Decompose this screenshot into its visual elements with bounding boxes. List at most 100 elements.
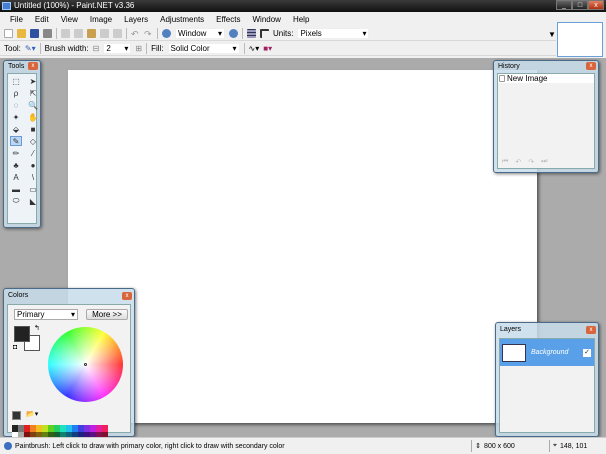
palette-menu-icon[interactable] <box>12 411 21 420</box>
cut-icon[interactable] <box>61 28 70 38</box>
color-wheel-cursor[interactable] <box>84 363 87 366</box>
close-icon[interactable]: x <box>586 62 596 70</box>
zoom-in-icon[interactable] <box>229 28 238 38</box>
rewind-icon[interactable]: ⏮ <box>502 158 508 166</box>
menu-bar: File Edit View Image Layers Adjustments … <box>0 12 556 26</box>
separator <box>242 27 243 39</box>
pencil-tool[interactable]: ✏ <box>10 148 22 158</box>
magic-wand-tool[interactable]: ✦ <box>10 112 22 122</box>
separator <box>243 42 245 54</box>
close-icon[interactable]: x <box>122 292 132 300</box>
reset-colors-icon[interactable]: ◘ <box>13 344 17 351</box>
info-icon <box>4 442 12 450</box>
zoom-tool[interactable]: 🔍 <box>27 100 39 110</box>
history-item[interactable]: New Image <box>498 74 594 83</box>
brush-width-combo[interactable]: 2 ▾ <box>103 42 132 54</box>
rulers-icon[interactable] <box>260 28 269 38</box>
fill-label: Fill: <box>151 43 164 53</box>
paintbrush-tool[interactable]: ✎ <box>10 136 22 146</box>
deselect-icon[interactable] <box>113 28 122 38</box>
minimize-button[interactable]: _ <box>556 0 572 10</box>
open-icon[interactable] <box>17 28 26 38</box>
units-value: Pixels <box>300 28 322 38</box>
menu-effects[interactable]: Effects <box>210 15 246 24</box>
chevron-down-icon: ▾ <box>70 310 75 319</box>
layers-window: Layers x Background ✓ <box>495 322 599 437</box>
clone-stamp-tool[interactable]: ♣ <box>10 160 22 170</box>
zoom-combo[interactable]: Window ▾ <box>175 27 225 39</box>
move-selected-tool[interactable]: ⇱ <box>27 88 39 98</box>
copy-icon[interactable] <box>74 28 83 38</box>
image-thumbnail[interactable] <box>557 22 603 57</box>
menu-view[interactable]: View <box>55 15 84 24</box>
antialiasing-icon[interactable]: ∿▾ <box>249 44 260 53</box>
rectangle-tool[interactable]: ▬ <box>10 184 22 194</box>
undo-icon[interactable]: ↶ <box>131 29 140 39</box>
image-canvas[interactable] <box>68 70 537 423</box>
toolbar-overflow-icon[interactable]: ▼ <box>548 30 556 39</box>
title-bar: Untitled (100%) - Paint.NET v3.36 <box>0 0 606 12</box>
more-button[interactable]: More >> <box>86 309 128 320</box>
paste-icon[interactable] <box>87 28 96 38</box>
menu-file[interactable]: File <box>4 15 29 24</box>
new-icon[interactable] <box>4 28 13 38</box>
app-icon <box>2 2 11 10</box>
palette-swatch[interactable] <box>102 425 108 432</box>
add-palette-icon[interactable]: 📂▾ <box>26 410 38 418</box>
menu-image[interactable]: Image <box>84 15 118 24</box>
grid-icon[interactable] <box>247 28 256 38</box>
color-picker-tool[interactable]: ⁄ <box>27 148 39 158</box>
print-icon[interactable] <box>43 28 52 38</box>
crop-icon[interactable] <box>100 28 109 38</box>
rounded-rectangle-tool[interactable]: ▭ <box>27 184 39 194</box>
text-tool[interactable]: A <box>10 172 22 182</box>
menu-edit[interactable]: Edit <box>29 15 55 24</box>
color-mode-combo[interactable]: Primary ▾ <box>14 309 78 320</box>
ellipse-tool[interactable]: ⬭ <box>10 196 22 206</box>
close-button[interactable]: x <box>588 0 604 10</box>
layer-row[interactable]: Background ✓ <box>500 339 594 366</box>
zoom-out-icon[interactable] <box>162 28 171 38</box>
color-wheel[interactable] <box>48 327 123 402</box>
undo-icon[interactable]: ↶ <box>515 158 521 166</box>
redo-icon[interactable]: ↷ <box>528 158 534 166</box>
recolor-tool[interactable]: ● <box>27 160 39 170</box>
paint-bucket-tool[interactable]: ⬙ <box>10 124 22 134</box>
decrease-width-button[interactable]: ⊟ <box>93 44 100 53</box>
line-curve-tool[interactable]: \ <box>27 172 39 182</box>
menu-layers[interactable]: Layers <box>118 15 154 24</box>
fast-forward-icon[interactable]: ⏭ <box>541 158 547 166</box>
new-image-icon <box>499 75 505 82</box>
gradient-tool[interactable]: ■ <box>27 124 39 134</box>
paintbrush-icon[interactable]: ✎▾ <box>25 44 36 53</box>
layer-thumbnail <box>502 343 526 362</box>
menu-help[interactable]: Help <box>287 15 315 24</box>
redo-icon[interactable]: ↷ <box>144 29 153 39</box>
fill-combo[interactable]: Solid Color ▾ <box>167 42 240 54</box>
lasso-select-tool[interactable]: ρ <box>10 88 22 98</box>
tool-grid: ⬚ ➤ ρ ⇱ ◌ 🔍 ✦ ✋ ⬙ ■ ✎ ◇ ✏ ⁄ ♣ ● A \ ▬ ▭ ⬭ ◣ <box>8 74 39 208</box>
close-icon[interactable]: x <box>28 62 38 70</box>
eraser-tool[interactable]: ◇ <box>27 136 39 146</box>
layer-visibility-checkbox[interactable]: ✓ <box>583 348 591 357</box>
menu-adjustments[interactable]: Adjustments <box>154 15 210 24</box>
colors-window: Colors x Primary ▾ More >> ↰ ◘ 📂▾ <box>3 288 135 439</box>
tool-options-toolbar: Tool: ✎▾ Brush width: ⊟ 2 ▾ ⊞ Fill: Solid… <box>0 41 556 56</box>
move-selection-tool[interactable]: ➤ <box>27 76 39 86</box>
tool-label: Tool: <box>4 43 21 53</box>
swap-colors-icon[interactable]: ↰ <box>34 324 40 332</box>
menu-window[interactable]: Window <box>246 15 286 24</box>
close-icon[interactable]: x <box>586 326 596 334</box>
maximize-button[interactable]: □ <box>572 0 588 10</box>
pan-tool[interactable]: ✋ <box>27 112 39 122</box>
ellipse-select-tool[interactable]: ◌ <box>10 100 22 110</box>
primary-color-swatch[interactable] <box>14 326 30 342</box>
units-label: Units: <box>273 28 294 38</box>
layer-name: Background <box>531 349 569 356</box>
save-icon[interactable] <box>30 28 39 38</box>
units-combo[interactable]: Pixels ▾ <box>297 27 370 39</box>
freeform-shape-tool[interactable]: ◣ <box>27 196 39 206</box>
increase-width-button[interactable]: ⊞ <box>135 44 142 53</box>
rectangle-select-tool[interactable]: ⬚ <box>10 76 22 86</box>
blend-mode-icon[interactable]: ■▾ <box>263 44 272 53</box>
